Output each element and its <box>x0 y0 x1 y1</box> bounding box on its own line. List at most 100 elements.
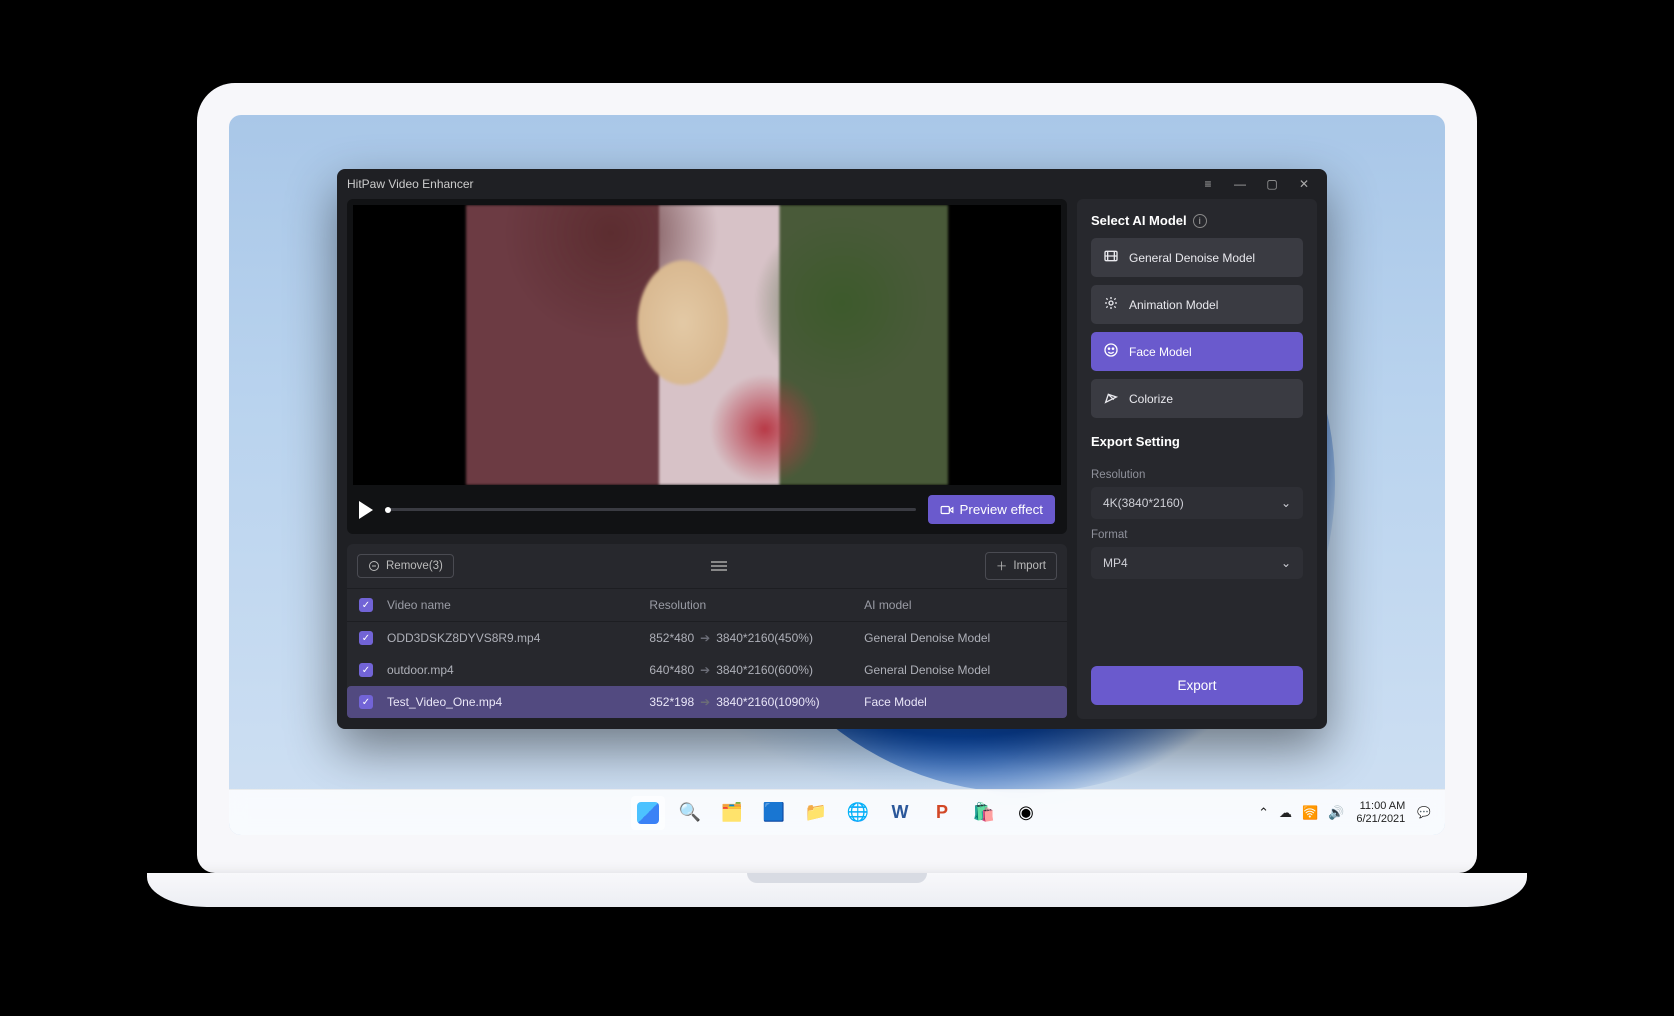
volume-icon[interactable]: 🔊 <box>1328 805 1344 821</box>
model-label: General Denoise Model <box>1129 251 1255 265</box>
import-button[interactable]: ＋ Import <box>985 552 1057 580</box>
chevron-down-icon: ⌄ <box>1281 496 1291 510</box>
arrow-right-icon: ➔ <box>700 695 710 709</box>
side-panel: Select AI Model i General Denoise Model A… <box>1077 199 1317 719</box>
app-window: HitPaw Video Enhancer ≡ — ▢ ✕ <box>337 169 1327 729</box>
menu-icon[interactable]: ≡ <box>1195 173 1221 195</box>
checkbox-all[interactable]: ✓ <box>359 598 373 612</box>
table-row[interactable]: ✓ Test_Video_One.mp4352*198 ➔ 3840*2160(1… <box>347 686 1067 718</box>
palette-icon <box>1103 389 1119 408</box>
resolution-cell: 852*480 ➔ 3840*2160(450%) <box>649 631 864 645</box>
table-row[interactable]: ✓ ODD3DSKZ8DYVS8R9.mp4852*480 ➔ 3840*2160… <box>347 622 1067 654</box>
file-name: Test_Video_One.mp4 <box>387 695 649 709</box>
notifications-icon[interactable]: 💬 <box>1417 806 1431 819</box>
play-button[interactable] <box>359 501 373 519</box>
export-setting-title: Export Setting <box>1091 434 1180 449</box>
info-icon[interactable]: i <box>1193 214 1207 228</box>
format-select[interactable]: MP4 ⌄ <box>1091 547 1303 579</box>
model-option-face[interactable]: Face Model <box>1091 332 1303 371</box>
system-tray: ⌃ ☁ 🛜 🔊 11:00 AM 6/21/2021 💬 <box>1258 800 1431 825</box>
arrow-right-icon: ➔ <box>700 663 710 677</box>
edge-icon[interactable]: 🌐 <box>841 796 875 830</box>
widgets-icon[interactable]: 🟦 <box>757 796 791 830</box>
preview-panel: Preview effect <box>347 199 1067 534</box>
checkbox[interactable]: ✓ <box>359 663 373 677</box>
close-icon[interactable]: ✕ <box>1291 173 1317 195</box>
model-option-palette[interactable]: Colorize <box>1091 379 1303 418</box>
laptop-device: HitPaw Video Enhancer ≡ — ▢ ✕ <box>147 83 1527 933</box>
format-label: Format <box>1091 529 1303 541</box>
checkbox[interactable]: ✓ <box>359 695 373 709</box>
laptop-notch <box>767 83 907 109</box>
date: 6/21/2021 <box>1356 813 1405 826</box>
camera-icon <box>940 503 954 517</box>
store-icon[interactable]: 🛍️ <box>967 796 1001 830</box>
col-name: Video name <box>387 598 649 612</box>
model-label: Colorize <box>1129 392 1173 406</box>
export-button[interactable]: Export <box>1091 666 1303 705</box>
file-name: ODD3DSKZ8DYVS8R9.mp4 <box>387 631 649 645</box>
video-preview[interactable] <box>353 205 1061 485</box>
resolution-value: 4K(3840*2160) <box>1103 496 1184 510</box>
col-model: AI model <box>864 598 1055 612</box>
laptop-bezel: HitPaw Video Enhancer ≡ — ▢ ✕ <box>197 83 1477 873</box>
model-cell: General Denoise Model <box>864 663 1055 677</box>
maximize-icon[interactable]: ▢ <box>1259 173 1285 195</box>
video-thumbnail <box>466 205 947 485</box>
model-label: Animation Model <box>1129 298 1218 312</box>
col-resolution: Resolution <box>649 598 864 612</box>
collapse-icon[interactable] <box>711 561 727 571</box>
preview-effect-button[interactable]: Preview effect <box>928 495 1055 524</box>
motion-icon <box>1103 295 1119 314</box>
remove-label: Remove(3) <box>386 560 443 572</box>
desktop-screen: HitPaw Video Enhancer ≡ — ▢ ✕ <box>229 115 1445 835</box>
app-title: HitPaw Video Enhancer <box>347 177 474 191</box>
wifi-icon[interactable]: 🛜 <box>1302 805 1318 821</box>
select-model-title: Select AI Model <box>1091 213 1187 228</box>
task-view-icon[interactable]: 🗂️ <box>715 796 749 830</box>
window-controls: ≡ — ▢ ✕ <box>1195 173 1317 195</box>
import-label: Import <box>1013 560 1046 572</box>
queue-header: ✓ Video name Resolution AI model <box>347 589 1067 622</box>
windows-icon <box>637 802 659 824</box>
time: 11:00 AM <box>1356 800 1405 813</box>
clock[interactable]: 11:00 AM 6/21/2021 <box>1356 800 1405 825</box>
steam-icon[interactable]: ◉ <box>1009 796 1043 830</box>
export-button-label: Export <box>1177 678 1216 693</box>
queue-panel: Remove(3) ＋ Import ✓ Video name <box>347 544 1067 718</box>
laptop-base <box>147 873 1527 907</box>
remove-icon <box>368 560 380 572</box>
face-icon <box>1103 342 1119 361</box>
resolution-select[interactable]: 4K(3840*2160) ⌄ <box>1091 487 1303 519</box>
file-name: outdoor.mp4 <box>387 663 649 677</box>
plus-icon: ＋ <box>996 558 1008 574</box>
start-button[interactable] <box>631 796 665 830</box>
taskbar: 🔍 🗂️ 🟦 📁 🌐 W P 🛍️ ◉ ⌃ ☁ 🛜 🔊 <box>229 789 1445 835</box>
chevron-down-icon: ⌄ <box>1281 556 1291 570</box>
model-option-film[interactable]: General Denoise Model <box>1091 238 1303 277</box>
titlebar[interactable]: HitPaw Video Enhancer ≡ — ▢ ✕ <box>337 169 1327 199</box>
table-row[interactable]: ✓ outdoor.mp4640*480 ➔ 3840*2160(600%)Gen… <box>347 654 1067 686</box>
onedrive-icon[interactable]: ☁ <box>1279 805 1292 821</box>
resolution-cell: 352*198 ➔ 3840*2160(1090%) <box>649 695 864 709</box>
film-icon <box>1103 248 1119 267</box>
model-cell: Face Model <box>864 695 1055 709</box>
seek-bar[interactable] <box>385 508 916 511</box>
powerpoint-icon[interactable]: P <box>925 796 959 830</box>
model-option-motion[interactable]: Animation Model <box>1091 285 1303 324</box>
word-icon[interactable]: W <box>883 796 917 830</box>
resolution-cell: 640*480 ➔ 3840*2160(600%) <box>649 663 864 677</box>
taskbar-center: 🔍 🗂️ 🟦 📁 🌐 W P 🛍️ ◉ <box>631 796 1043 830</box>
play-icon <box>359 501 373 519</box>
format-value: MP4 <box>1103 556 1128 570</box>
remove-button[interactable]: Remove(3) <box>357 554 454 578</box>
model-label: Face Model <box>1129 345 1192 359</box>
search-icon[interactable]: 🔍 <box>673 796 707 830</box>
preview-effect-label: Preview effect <box>960 502 1043 517</box>
resolution-label: Resolution <box>1091 469 1303 481</box>
explorer-icon[interactable]: 📁 <box>799 796 833 830</box>
minimize-icon[interactable]: — <box>1227 173 1253 195</box>
checkbox[interactable]: ✓ <box>359 631 373 645</box>
chevron-up-icon[interactable]: ⌃ <box>1258 805 1269 821</box>
model-cell: General Denoise Model <box>864 631 1055 645</box>
